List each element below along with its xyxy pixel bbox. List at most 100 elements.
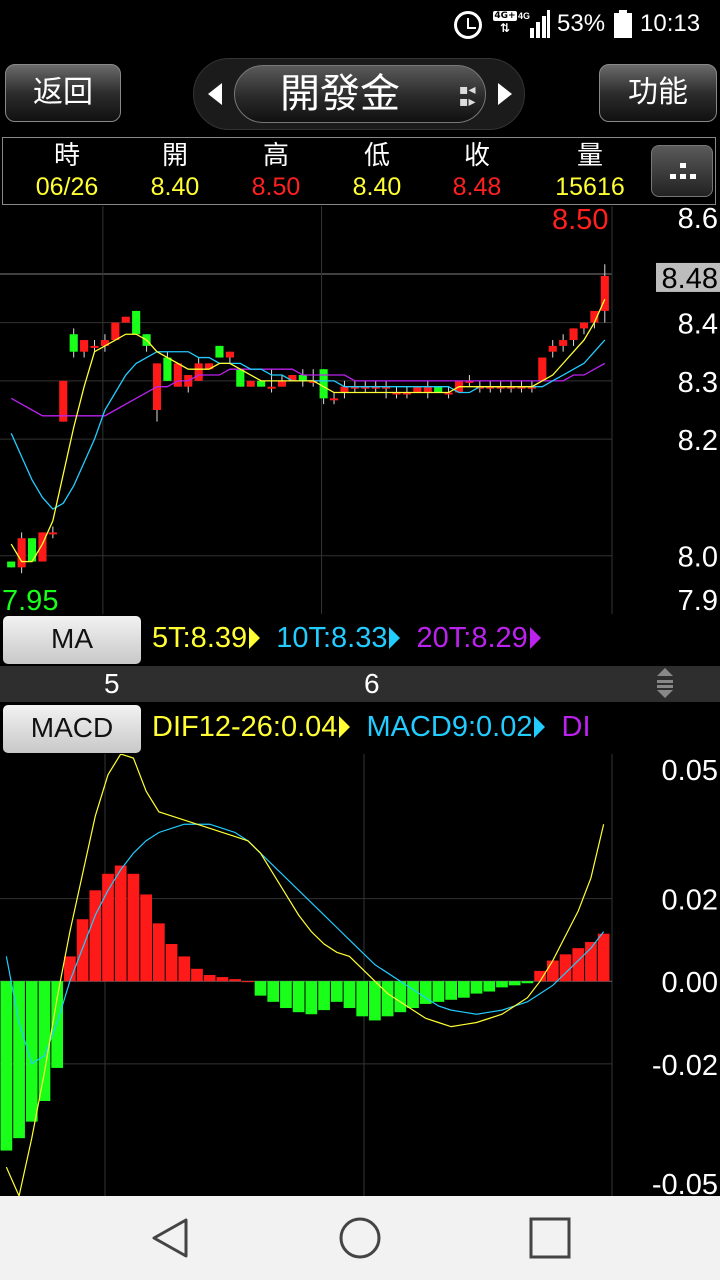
quote-value: 8.50 xyxy=(251,173,301,201)
macd-tick-label: -0.05 xyxy=(652,1169,718,1196)
function-button[interactable]: 功能 xyxy=(599,64,717,122)
network-4g-icon: 4G+ ⇅ xyxy=(493,11,517,39)
quote-open: 開 8.40 xyxy=(125,140,225,202)
dif-flag-icon xyxy=(339,716,351,738)
macd9-legend: MACD9:0.02 xyxy=(366,711,533,743)
price-tick-label: 8.6 xyxy=(678,206,718,235)
osc-bar-down xyxy=(280,981,292,1009)
osc-legend: DI xyxy=(561,711,591,743)
osc-bar-down xyxy=(305,981,318,1015)
osc-bar-up xyxy=(241,981,254,983)
osc-bar-down xyxy=(0,981,13,1151)
ma5-flag-icon xyxy=(249,627,261,649)
resize-handle-icon[interactable] xyxy=(655,666,675,700)
ma5-line xyxy=(10,298,606,563)
candle-down xyxy=(69,334,78,352)
osc-bar-up xyxy=(140,894,152,982)
stock-title: 開發金 xyxy=(280,71,400,117)
candle-up xyxy=(111,322,120,341)
battery-icon xyxy=(614,10,632,38)
low-price-label: 7.95 xyxy=(2,585,58,614)
ma20-line xyxy=(10,362,606,417)
ma-button[interactable]: MA xyxy=(3,616,141,664)
macd-axis: 0.05 0.02 0.00 -0.02 -0.05 xyxy=(652,755,718,1196)
osc-bar-up xyxy=(153,923,165,982)
osc-bar-down xyxy=(445,981,457,1000)
osc-bar-up xyxy=(229,979,241,982)
macd-row: MACD DIF12-26:0.04 MACD9:0.02 DI xyxy=(0,703,612,753)
ma-legend: 5T:8.39 10T:8.33 20T:8.29 xyxy=(152,622,541,655)
android-nav-bar xyxy=(0,1196,720,1280)
macd-tick-label: 0.02 xyxy=(662,885,718,917)
candle-up xyxy=(90,345,99,348)
candle-up xyxy=(121,316,130,323)
quote-value: 15616 xyxy=(555,173,625,201)
price-tick-label: 8.2 xyxy=(678,425,718,457)
osc-bar-down xyxy=(381,981,394,1017)
dif-legend: DIF12-26:0.04 xyxy=(152,711,338,743)
quote-value: 8.48 xyxy=(452,173,502,201)
osc-bar-down xyxy=(318,981,330,1011)
price-tick-label: 7.9 xyxy=(678,585,718,614)
candle-up xyxy=(48,532,57,535)
battery-percent: 53% xyxy=(557,10,606,37)
candle-up xyxy=(267,386,276,389)
ma10-line xyxy=(10,339,606,510)
candle-down xyxy=(132,310,141,335)
ma-row: MA 5T:8.39 10T:8.33 20T:8.29 xyxy=(0,614,612,664)
recents-square-icon[interactable] xyxy=(528,1216,572,1260)
ma10-legend: 10T:8.33 xyxy=(276,622,388,654)
ma5-legend: 5T:8.39 xyxy=(152,622,248,654)
osc-bar-up xyxy=(64,956,76,982)
last-price-label: 8.48 xyxy=(662,263,718,295)
quote-label: 開 xyxy=(161,141,188,171)
stock-selector: 開發金 ▪︎◂ ▪︎▸ xyxy=(193,58,525,130)
candle-up xyxy=(423,386,432,393)
osc-bar-down xyxy=(470,981,483,994)
candle-up xyxy=(548,345,557,352)
candle-up xyxy=(340,386,349,393)
osc-bar-down xyxy=(254,981,267,996)
next-stock-arrow-icon[interactable] xyxy=(498,83,512,105)
price-tick-label: 8.0 xyxy=(678,542,718,574)
candle-up xyxy=(80,340,89,352)
osc-bar-down xyxy=(521,981,534,984)
home-circle-icon[interactable] xyxy=(338,1216,382,1260)
back-button[interactable]: 返回 xyxy=(5,64,121,122)
date-label: 6 xyxy=(364,668,380,699)
candle-down xyxy=(319,369,328,399)
candle-up xyxy=(246,380,255,387)
prev-stock-arrow-icon[interactable] xyxy=(208,83,222,105)
quote-volume: 量 15616 xyxy=(540,140,640,202)
macd-button[interactable]: MACD xyxy=(3,705,141,753)
quote-label: 高 xyxy=(262,141,289,171)
osc-bar-up xyxy=(127,873,140,982)
osc-bar-down xyxy=(369,981,381,1021)
osc-bar-up xyxy=(546,960,559,982)
candle-down xyxy=(27,538,37,562)
macd-legend: DIF12-26:0.04 MACD9:0.02 DI xyxy=(152,711,612,744)
quote-low: 低 8.40 xyxy=(327,140,427,202)
stock-title-button[interactable]: 開發金 ▪︎◂ ▪︎▸ xyxy=(234,65,486,123)
quote-value: 8.40 xyxy=(150,173,200,201)
title-bar: 返回 開發金 ▪︎◂ ▪︎▸ 功能 xyxy=(0,50,720,136)
candle-up xyxy=(569,328,578,341)
quote-menu-button[interactable] xyxy=(651,145,713,197)
candle-up xyxy=(538,357,547,381)
osc-bar-down xyxy=(267,981,280,1002)
alarm-icon xyxy=(454,11,482,39)
osc-bar-down xyxy=(458,981,470,998)
date-axis-band[interactable]: 5 6 xyxy=(0,666,720,702)
back-triangle-icon[interactable] xyxy=(148,1216,192,1260)
price-ma-lines xyxy=(10,298,606,563)
macd-tick-label: 0.05 xyxy=(662,755,718,787)
ma10-flag-icon xyxy=(389,627,401,649)
candle-down xyxy=(163,357,172,381)
price-chart[interactable]: 8.6 8.4 8.3 8.2 8.0 7.9 8.48 8.50 7.95 xyxy=(0,206,720,614)
price-axis: 8.6 8.4 8.3 8.2 8.0 7.9 8.48 xyxy=(656,206,720,614)
switch-stock-icon[interactable]: ▪︎◂ ▪︎▸ xyxy=(459,83,485,109)
candle-down xyxy=(236,369,245,387)
osc-bar-down xyxy=(292,981,305,1013)
osc-bar-down xyxy=(496,981,508,988)
macd-chart[interactable]: 0.05 0.02 0.00 -0.02 -0.05 xyxy=(0,754,720,1196)
